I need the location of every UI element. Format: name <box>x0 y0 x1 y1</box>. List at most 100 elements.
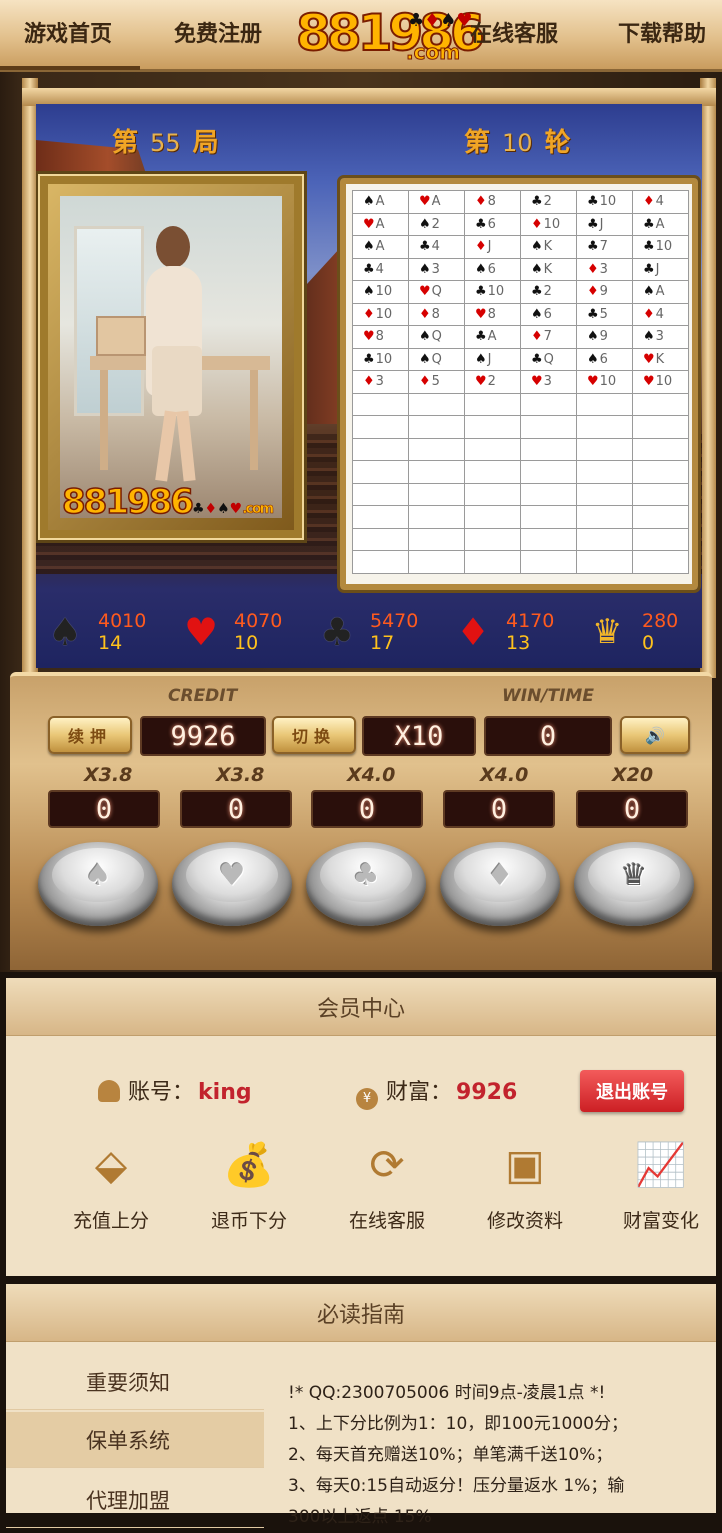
card-suit-icon: ♠ <box>419 351 431 367</box>
history-cell: ♣2 <box>520 280 577 304</box>
history-cell <box>408 482 465 506</box>
card-rank: A <box>655 216 665 232</box>
guide-tab-policy[interactable]: 保单系统 <box>6 1412 264 1468</box>
withdraw-button[interactable]: 💰 退币下分 <box>194 1138 304 1233</box>
guide-menu: 重要须知 保单系统 代理加盟 <box>6 1350 264 1528</box>
history-row: ♣4 ♠3 ♠6 ♠K ♦3 ♣J <box>352 257 689 281</box>
history-cell <box>352 460 409 484</box>
guide-tab-notice[interactable]: 重要须知 <box>6 1354 264 1410</box>
speaker-icon: 🔊 <box>645 725 665 745</box>
history-board: ♠A ♥A ♦8 ♣2 ♣10 ♦4 ♥A ♠2 ♣6 ♦10 ♣J ♣A ♠A ♣4 ♦J ♠K ♣7 ♣10 ♣… <box>337 175 701 593</box>
rebet-button[interactable]: 续押 <box>48 716 132 754</box>
history-cell <box>464 460 521 484</box>
card-rank: K <box>543 261 553 277</box>
card-suit-icon: ♦ <box>363 374 375 390</box>
history-cell: ♥A <box>408 190 465 214</box>
guide-tab-agent[interactable]: 代理加盟 <box>6 1472 264 1528</box>
card-suit-icon: ♣ <box>531 351 543 367</box>
wealth-history-label: 财富变化 <box>622 1210 699 1232</box>
nav-service-link[interactable]: 在线客服 <box>470 16 558 48</box>
recharge-button[interactable]: ⬙ 充值上分 <box>56 1138 166 1233</box>
card-suit-icon: ♣ <box>587 306 599 322</box>
card-suit-icon: ♥ <box>363 329 375 345</box>
history-cell <box>576 482 633 506</box>
account-value: king <box>198 1080 252 1105</box>
card-rank: A <box>375 239 385 255</box>
history-row <box>352 527 689 551</box>
card-suit-icon: ♣ <box>587 216 599 232</box>
history-row: ♦10 ♦8 ♥8 ♠6 ♣5 ♦4 <box>352 302 689 326</box>
history-cell: ♠A <box>632 280 689 304</box>
history-cell: ♥A <box>352 212 409 236</box>
card-suit-icon: ♥ <box>643 351 655 367</box>
card-suit-icon: ♣ <box>643 239 655 255</box>
card-suit-icon: ♦ <box>475 239 487 255</box>
nav-download-link[interactable]: 下载帮助 <box>618 16 706 48</box>
history-cell <box>576 392 633 416</box>
bet-heart-display: 0 <box>180 790 292 828</box>
history-cell: ♣10 <box>464 280 521 304</box>
card-rank: 3 <box>655 329 664 345</box>
card-suit-icon: ♦ <box>643 194 655 210</box>
history-cell <box>408 460 465 484</box>
site-logo[interactable]: 881986 ♣♦♠♥ .com <box>295 3 486 68</box>
card-rank: 8 <box>487 306 496 322</box>
history-cell <box>632 392 689 416</box>
history-row: ♣10 ♠Q ♠J ♣Q ♠6 ♥K <box>352 347 689 371</box>
switch-multiplier-button[interactable]: 切换 <box>272 716 356 754</box>
refresh-icon: ⟳ <box>369 1140 405 1189</box>
bet-club-button[interactable]: ♣ <box>306 842 426 926</box>
card-rank: J <box>487 239 492 255</box>
history-cell <box>576 437 633 461</box>
card-rank: 10 <box>375 351 393 367</box>
card-rank: Q <box>431 284 442 300</box>
history-row: ♠A ♣4 ♦J ♠K ♣7 ♣10 <box>352 235 689 259</box>
bet-spade-button[interactable]: ♠ <box>38 842 158 926</box>
win-display: 0 <box>484 716 612 756</box>
card-rank: 7 <box>543 329 552 345</box>
history-cell: ♣10 <box>632 235 689 259</box>
history-cell <box>576 505 633 529</box>
bet-crown-button[interactable]: ♛ <box>574 842 694 926</box>
history-cell: ♣4 <box>352 257 409 281</box>
card-suit-icon: ♦ <box>531 329 543 345</box>
card-suit-icon: ♦ <box>475 194 487 210</box>
history-row: ♥8 ♠Q ♣A ♦7 ♠9 ♠3 <box>352 325 689 349</box>
bet-diamond-button[interactable]: ♦ <box>440 842 560 926</box>
history-cell <box>520 505 577 529</box>
top-nav: 游戏首页 免费注册 881986 ♣♦♠♥ .com 在线客服 下载帮助 <box>0 0 722 72</box>
history-cell <box>632 550 689 574</box>
online-service-button[interactable]: ⟳ 在线客服 <box>332 1138 442 1233</box>
card-rank: 6 <box>487 216 496 232</box>
logout-button[interactable]: 退出账号 <box>580 1070 684 1112</box>
history-cell: ♣10 <box>576 190 633 214</box>
card-rank: 10 <box>375 284 393 300</box>
card-suit-icon: ♦ <box>419 374 431 390</box>
crown-icon: ♛ <box>588 848 680 902</box>
history-cell: ♦9 <box>576 280 633 304</box>
total-amount: 4070 <box>234 610 283 632</box>
card-rank: Q <box>431 329 442 345</box>
history-cell <box>464 482 521 506</box>
history-row <box>352 437 689 461</box>
card-rank: 9 <box>599 329 608 345</box>
history-cell <box>576 460 633 484</box>
total-count: 10 <box>234 632 259 654</box>
wealth-history-button[interactable]: 📈 财富变化 <box>606 1138 716 1233</box>
edit-profile-button[interactable]: ▣ 修改资料 <box>470 1138 580 1233</box>
card-suit-icon: ♣ <box>363 261 375 277</box>
card-rank: 10 <box>655 374 673 390</box>
nav-register-link[interactable]: 免费注册 <box>174 16 262 48</box>
history-cell <box>520 527 577 551</box>
bet-heart-button[interactable]: ♥ <box>172 842 292 926</box>
card-rank: 8 <box>375 329 384 345</box>
nav-home-link[interactable]: 游戏首页 <box>0 16 141 70</box>
history-cell: ♠Q <box>408 325 465 349</box>
wealth-label: 财富： <box>386 1080 453 1105</box>
crown-icon: ♛ <box>592 612 623 652</box>
sound-toggle-button[interactable]: 🔊 <box>620 716 690 754</box>
history-cell: ♥Q <box>408 280 465 304</box>
round-number-label: 第 10 轮 <box>464 128 571 158</box>
card-suit-icon: ♠ <box>531 261 543 277</box>
card-rank: 10 <box>487 284 505 300</box>
